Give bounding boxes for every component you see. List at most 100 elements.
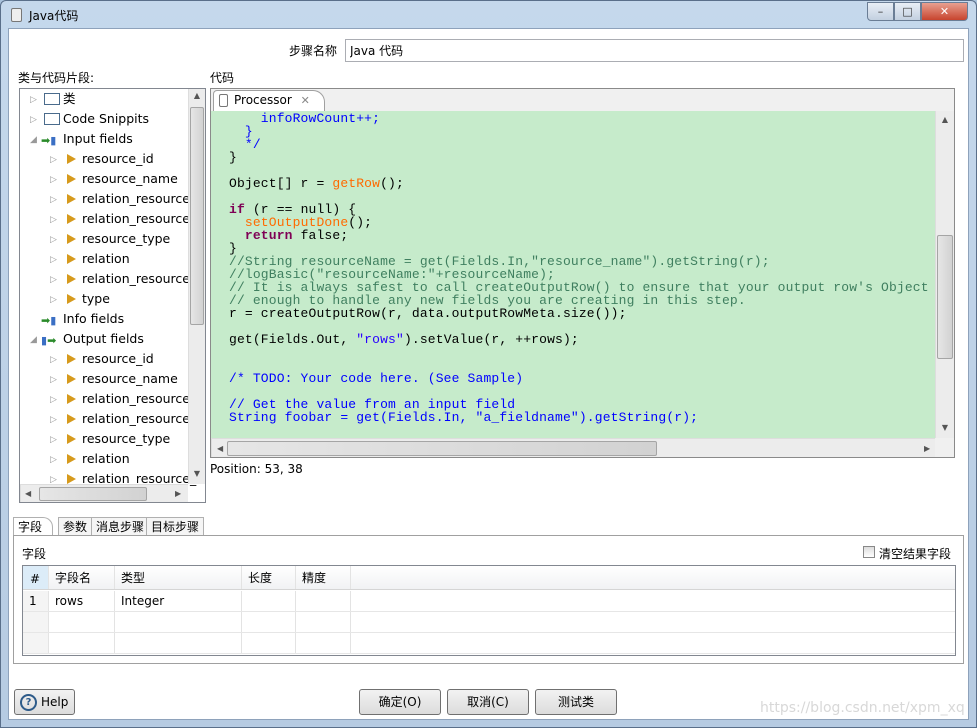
cell-precision[interactable] [296, 612, 351, 632]
close-button[interactable]: ✕ [921, 2, 968, 21]
scroll-right-icon[interactable]: ▶ [924, 444, 930, 453]
cancel-button[interactable]: 取消(C) [447, 689, 529, 715]
field-icon [67, 294, 76, 304]
expand-icon[interactable]: ▷ [50, 370, 57, 390]
expanded-icon[interactable]: ◢ [30, 330, 37, 350]
expand-icon[interactable]: ▷ [50, 390, 57, 410]
cell-type[interactable] [115, 612, 242, 632]
tree-item-label: relation_resource_ [82, 391, 197, 406]
cell-precision[interactable] [296, 591, 351, 611]
tree-item-label: resource_id [82, 351, 154, 366]
fields-table: # 字段名 类型 长度 精度 1 rows Integer [22, 565, 956, 656]
input-fields-icon: ➡▮ [41, 134, 57, 147]
code-line: */ [229, 137, 261, 152]
tree-vertical-scrollbar[interactable]: ▲ ▼ [188, 89, 205, 484]
tab-processor[interactable]: Processor ✕ [213, 90, 325, 111]
code-horizontal-scrollbar[interactable]: ◀ ▶ [211, 438, 935, 457]
cell-type[interactable] [115, 633, 242, 653]
expand-icon[interactable]: ▷ [50, 210, 57, 230]
cell-name[interactable]: rows [49, 591, 115, 611]
scroll-left-icon[interactable]: ◀ [217, 444, 223, 453]
title-bar: Java代码 – □ ✕ [1, 1, 976, 29]
help-button[interactable]: ? Help [14, 689, 75, 715]
column-header-name[interactable]: 字段名 [49, 566, 115, 589]
scroll-thumb[interactable] [39, 487, 147, 501]
cell-type[interactable]: Integer [115, 591, 242, 611]
java-icon [11, 8, 22, 22]
cursor-position: Position: 53, 38 [210, 462, 303, 476]
scroll-thumb[interactable] [227, 441, 657, 456]
tab-fields[interactable]: 字段 [13, 517, 54, 536]
close-tab-icon[interactable]: ✕ [301, 94, 310, 107]
tab-info-steps[interactable]: 消息步骤 [91, 517, 150, 536]
clear-result-fields-label[interactable]: 清空结果字段 [879, 545, 951, 562]
expand-icon[interactable]: ▷ [50, 230, 57, 250]
expand-icon[interactable]: ▷ [50, 410, 57, 430]
expand-icon[interactable]: ▷ [50, 350, 57, 370]
minimize-button[interactable]: – [867, 2, 894, 21]
column-header-index[interactable]: # [23, 566, 49, 589]
clear-result-fields-checkbox[interactable] [863, 546, 875, 558]
step-name-input[interactable] [345, 39, 964, 62]
output-fields-icon: ▮➡ [41, 334, 57, 347]
scroll-down-icon[interactable]: ▼ [937, 423, 953, 432]
column-header-precision[interactable]: 精度 [296, 566, 351, 589]
cell-length[interactable] [242, 612, 296, 632]
field-icon [67, 354, 76, 364]
scroll-left-icon[interactable]: ◀ [25, 489, 31, 498]
maximize-button[interactable]: □ [894, 2, 921, 21]
tree-item-label: relation [82, 451, 130, 466]
ok-button[interactable]: 确定(O) [359, 689, 441, 715]
expanded-icon[interactable]: ◢ [30, 130, 37, 150]
tab-target-steps[interactable]: 目标步骤 [146, 517, 205, 536]
scroll-thumb[interactable] [190, 107, 204, 325]
tree-item-label: relation_resource_ [82, 411, 197, 426]
expand-icon[interactable]: ▷ [50, 270, 57, 290]
column-header-type[interactable]: 类型 [115, 566, 242, 589]
scroll-down-icon[interactable]: ▼ [189, 469, 205, 478]
tab-label: Processor [234, 93, 292, 107]
cell-precision[interactable] [296, 633, 351, 653]
code-vertical-scrollbar[interactable]: ▲ ▼ [935, 111, 954, 438]
cell-index [23, 612, 49, 632]
column-header-length[interactable]: 长度 [242, 566, 296, 589]
tree-horizontal-scrollbar[interactable]: ◀ ▶ [20, 484, 188, 502]
expand-icon[interactable]: ▷ [50, 150, 57, 170]
expand-icon[interactable]: ▷ [50, 190, 57, 210]
code-editor: Processor ✕ infoRowCount++; } */} Object… [210, 88, 955, 458]
scroll-up-icon[interactable]: ▲ [189, 91, 205, 100]
tree-item-label: Input fields [63, 131, 133, 146]
scroll-thumb[interactable] [937, 235, 953, 359]
field-icon [67, 194, 76, 204]
expand-icon[interactable]: ▷ [30, 90, 37, 110]
expand-icon[interactable]: ▷ [50, 290, 57, 310]
cell-name[interactable] [49, 612, 115, 632]
code-line: return false; [244, 228, 349, 243]
help-label: Help [41, 695, 69, 709]
scroll-up-icon[interactable]: ▲ [937, 115, 953, 124]
code-area[interactable]: infoRowCount++; } */} Object[] r = getRo… [211, 111, 935, 438]
tree-item-label: relation [82, 251, 130, 266]
table-row-empty[interactable] [23, 633, 955, 654]
expand-icon[interactable]: ▷ [50, 430, 57, 450]
table-row-empty[interactable] [23, 612, 955, 633]
cell-name[interactable] [49, 633, 115, 653]
tree-item-label: resource_name [82, 171, 178, 186]
expand-icon[interactable]: ▷ [50, 450, 57, 470]
scroll-right-icon[interactable]: ▶ [175, 489, 181, 498]
field-icon [67, 474, 76, 484]
snippets-tree[interactable]: ▷ 类 ▷ Code Snippits ◢ ➡▮ Input fields ▷ resource… [19, 88, 206, 503]
cell-length[interactable] [242, 591, 296, 611]
field-icon [67, 214, 76, 224]
tab-parameters[interactable]: 参数 [58, 517, 93, 536]
cell-length[interactable] [242, 633, 296, 653]
script-icon [219, 94, 228, 107]
code-line: /* TODO: Your code here. (See Sample) [229, 371, 524, 386]
table-row[interactable]: 1 rows Integer [23, 591, 955, 612]
expand-icon[interactable]: ▷ [50, 250, 57, 270]
field-icon [67, 274, 76, 284]
test-class-button[interactable]: 测试类 [535, 689, 617, 715]
expand-icon[interactable]: ▷ [30, 110, 37, 130]
expand-icon[interactable]: ▷ [50, 170, 57, 190]
